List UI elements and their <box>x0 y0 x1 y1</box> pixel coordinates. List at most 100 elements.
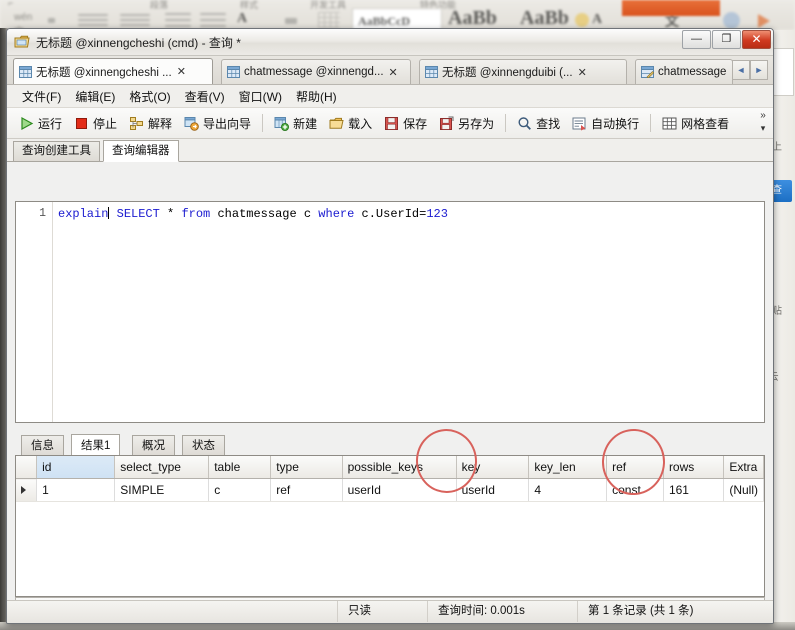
document-tab-label: chatmessage @xinnengd... <box>244 66 384 78</box>
explain-button[interactable]: 解释 <box>123 111 178 135</box>
toolbar-separator <box>262 114 264 132</box>
column-header-ref[interactable]: ref <box>606 456 664 479</box>
tab-profile[interactable]: 概况 <box>132 435 175 456</box>
status-record-count: 第 1 条记录 (共 1 条) <box>577 601 773 622</box>
column-header-key[interactable]: key <box>456 456 530 479</box>
column-header-extra[interactable]: Extra <box>723 456 764 479</box>
export-wizard-button[interactable]: 导出向导 <box>178 111 257 135</box>
menu-view[interactable]: 查看(V) <box>178 86 232 107</box>
maximize-icon: ❐ <box>721 33 732 45</box>
column-header-possible_keys[interactable]: possible_keys <box>342 456 457 479</box>
maximize-button[interactable]: ❐ <box>712 30 741 49</box>
document-tab-label: 无标题 @xinnengcheshi ... <box>36 66 172 79</box>
column-header-select_type[interactable]: select_type <box>114 456 210 479</box>
cell-possible_keys[interactable]: userId <box>342 478 457 502</box>
new-query-button[interactable]: 新建 <box>268 111 323 135</box>
cell-table[interactable]: c <box>208 478 272 502</box>
editor-tab-strip: 查询创建工具 查询编辑器 <box>7 139 773 162</box>
tab-scroll-left-button[interactable]: ◄ <box>732 60 750 80</box>
explain-icon <box>130 116 144 130</box>
minimize-button[interactable]: — <box>682 30 711 49</box>
close-button[interactable]: ✕ <box>742 30 771 49</box>
tab-scroll-buttons: ◄ ► <box>732 60 770 80</box>
cell-id[interactable]: 1 <box>36 478 116 502</box>
word-wrap-label: 自动换行 <box>591 116 640 131</box>
sql-token-table: chatmessage c <box>210 207 319 221</box>
result-grid[interactable]: id select_type table type possible_keys … <box>15 455 765 597</box>
editor-gutter: 1 <box>16 202 53 422</box>
toolbar-overflow-button[interactable]: » ▾ <box>756 110 770 134</box>
document-tab-close-icon[interactable]: ✕ <box>389 66 398 79</box>
menu-format[interactable]: 格式(O) <box>122 86 177 107</box>
tab-info[interactable]: 信息 <box>21 435 64 456</box>
minimize-icon: — <box>691 33 702 45</box>
cell-key_len[interactable]: 4 <box>528 478 608 502</box>
save-button[interactable]: 保存 <box>378 111 433 135</box>
column-header-key_len[interactable]: key_len <box>528 456 608 479</box>
chevron-down-icon: ▾ <box>760 123 766 133</box>
column-header-rows[interactable]: rows <box>663 456 725 479</box>
tab-query-editor[interactable]: 查询编辑器 <box>103 140 179 162</box>
column-header-type[interactable]: type <box>270 456 343 479</box>
word-wrap-icon <box>572 117 586 130</box>
grid-view-label: 网格查看 <box>681 116 730 131</box>
run-button[interactable]: 运行 <box>13 111 68 135</box>
sql-token-condition: c.UserId= <box>354 207 427 221</box>
table-edit-icon <box>641 66 654 78</box>
tab-result1[interactable]: 结果1 <box>71 434 121 457</box>
menu-file[interactable]: 文件(F) <box>15 86 68 107</box>
folder-open-icon <box>329 117 344 129</box>
document-tab-strip: 无标题 @xinnengcheshi ... ✕ chatmessage @xi… <box>7 56 773 85</box>
find-button[interactable]: 查找 <box>511 111 566 135</box>
document-tab-0[interactable]: 无标题 @xinnengcheshi ... ✕ <box>13 58 213 84</box>
close-icon: ✕ <box>751 32 762 46</box>
window-titlebar[interactable]: 无标题 @xinnengcheshi (cmd) - 查询 * — ❐ ✕ <box>7 29 773 56</box>
save-as-button[interactable]: 另存为 <box>433 111 500 135</box>
cell-ref[interactable]: const <box>606 478 664 502</box>
export-wizard-icon <box>184 116 199 131</box>
find-label: 查找 <box>536 116 561 131</box>
load-label: 载入 <box>348 116 373 131</box>
table-icon <box>227 66 240 78</box>
tab-scroll-right-button[interactable]: ► <box>750 60 768 80</box>
stop-label: 停止 <box>93 116 118 131</box>
sql-editor[interactable]: 1 explain SELECT * from chatmessage c wh… <box>15 201 765 423</box>
save-as-icon <box>440 116 454 130</box>
menu-window[interactable]: 窗口(W) <box>232 86 289 107</box>
menu-edit[interactable]: 编辑(E) <box>68 86 122 107</box>
table-icon <box>425 66 438 78</box>
sql-token-where: where <box>318 207 355 221</box>
word-wrap-button[interactable]: 自动换行 <box>566 111 645 135</box>
document-tab-close-icon[interactable]: ✕ <box>578 66 587 79</box>
cell-select_type[interactable]: SIMPLE <box>114 478 210 502</box>
menu-help[interactable]: 帮助(H) <box>289 86 344 107</box>
toolbar-overflow-chevrons: » <box>760 110 766 121</box>
stop-button[interactable]: 停止 <box>68 111 123 135</box>
document-tab-close-icon[interactable]: ✕ <box>177 65 186 78</box>
load-button[interactable]: 载入 <box>323 111 378 135</box>
sql-token-space <box>109 207 116 221</box>
cell-type[interactable]: ref <box>270 478 343 502</box>
tab-status[interactable]: 状态 <box>182 435 225 456</box>
document-tab-2[interactable]: 无标题 @xinnengduibi (... ✕ <box>419 59 627 84</box>
run-label: 运行 <box>38 116 63 131</box>
word-titlebar-accent <box>622 0 720 16</box>
sql-token-select: SELECT <box>116 207 160 221</box>
export-wizard-label: 导出向导 <box>203 116 252 131</box>
cell-rows[interactable]: 161 <box>663 478 725 502</box>
document-tab-1[interactable]: chatmessage @xinnengd... ✕ <box>221 59 411 84</box>
sql-code: explain SELECT * from chatmessage c wher… <box>58 206 448 222</box>
grid-view-button[interactable]: 网格查看 <box>656 111 735 135</box>
table-header-row: id select_type table type possible_keys … <box>16 456 764 479</box>
document-tab-3[interactable]: chatmessage <box>635 59 733 84</box>
column-header-table[interactable]: table <box>208 456 272 479</box>
tab-query-builder[interactable]: 查询创建工具 <box>13 141 100 161</box>
cell-extra[interactable]: (Null) <box>723 478 764 502</box>
status-bar: 只读 查询时间: 0.001s 第 1 条记录 (共 1 条) <box>7 600 773 623</box>
menubar: 文件(F) 编辑(E) 格式(O) 查看(V) 窗口(W) 帮助(H) <box>7 85 773 108</box>
new-query-icon <box>274 116 290 131</box>
column-header-id[interactable]: id <box>36 456 116 479</box>
cell-key[interactable]: userId <box>456 478 530 502</box>
table-row[interactable]: 1 SIMPLE c ref userId userId 4 const 161… <box>16 478 764 502</box>
row-marker <box>16 478 38 502</box>
